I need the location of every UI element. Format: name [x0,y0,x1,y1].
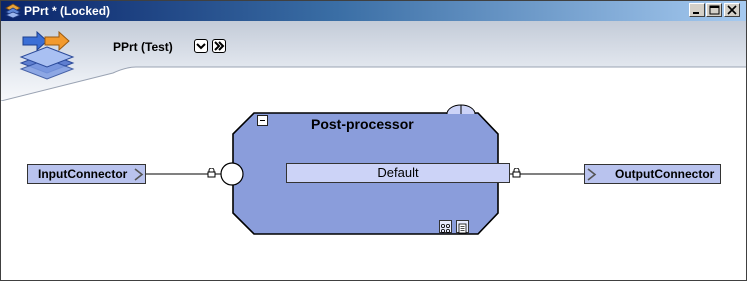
diagram-canvas[interactable]: Post-processor Default InputConnector Ou… [1,101,746,280]
default-output-port[interactable]: Default [286,163,510,183]
properties-icon[interactable] [456,220,469,234]
document-title: PPrt (Test) [113,40,173,54]
fast-forward-button[interactable] [212,39,226,53]
layers-arrows-icon [19,31,75,80]
dropdown-button[interactable] [194,39,208,53]
editor-window: PPrt * (Locked) PPrt (Test) Post-process… [0,0,747,281]
minimize-icon [693,12,699,14]
output-lock-icon [512,168,521,178]
close-button[interactable] [724,3,740,17]
output-connector-label: OutputConnector [615,167,715,181]
app-icon [5,3,21,19]
maximize-icon [709,5,720,15]
processor-title: Post-processor [311,116,414,132]
minimize-button[interactable] [689,3,705,17]
input-lock-icon [207,168,216,178]
output-connector[interactable]: OutputConnector [584,164,721,184]
chevron-right-icon [587,168,597,181]
close-icon [727,5,737,15]
title-bar[interactable]: PPrt * (Locked) [1,1,746,21]
dropdown-icon [196,43,206,50]
header-band: PPrt (Test) [1,21,746,101]
window-title: PPrt * (Locked) [24,4,111,18]
header-background [1,21,746,101]
chevron-right-icon [134,168,144,181]
input-connector[interactable]: InputConnector [27,164,146,184]
input-connector-label: InputConnector [38,167,128,181]
fast-forward-icon [214,41,225,51]
maximize-button[interactable] [706,3,722,17]
expand-icon[interactable] [439,220,452,234]
collapse-button[interactable] [257,115,268,126]
